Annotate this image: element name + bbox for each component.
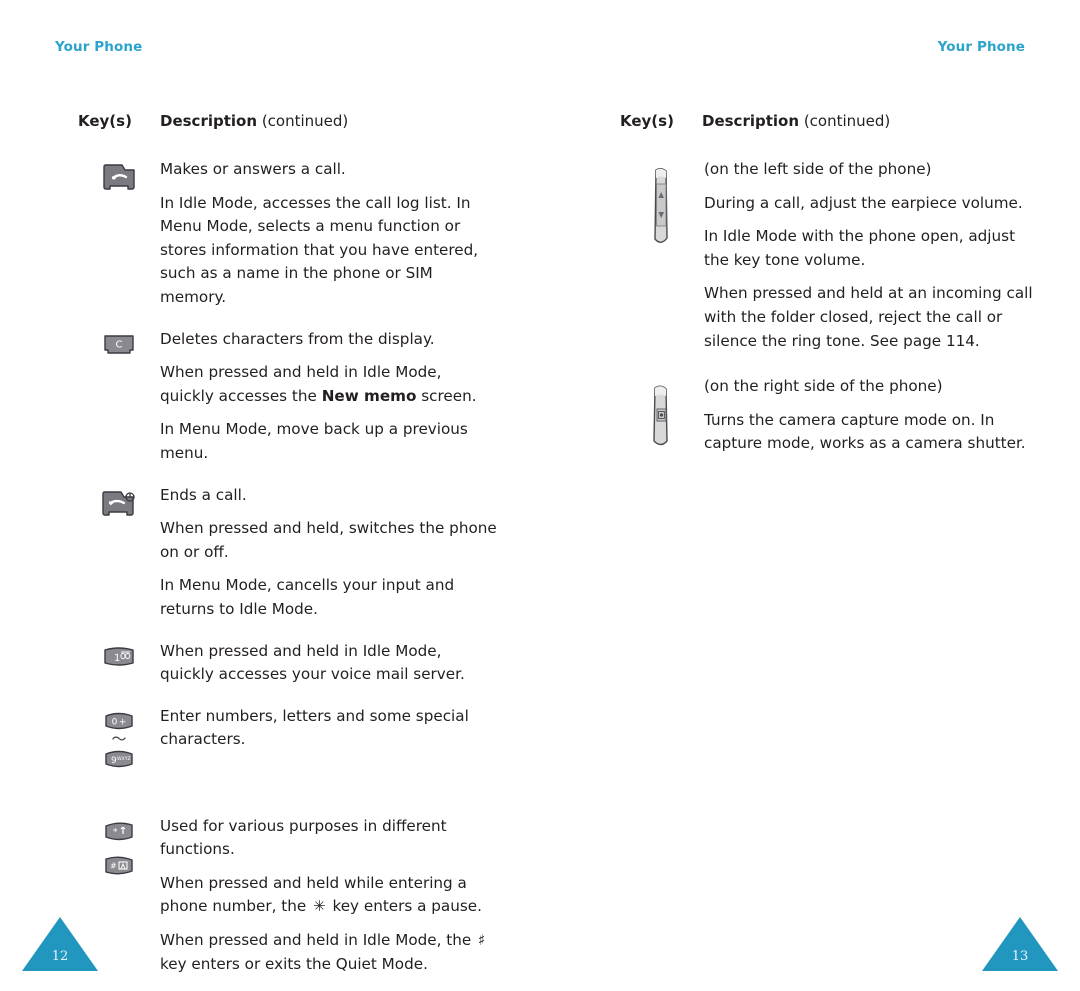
end-power-key-icon (102, 490, 135, 516)
paragraph: In Idle Mode, accesses the call log list… (160, 193, 479, 306)
one-key-label: 1 (114, 653, 120, 664)
column-header-description-right: Description (continued) (702, 112, 890, 130)
paragraph: Turns the camera capture mode on. In cap… (704, 410, 1026, 453)
paragraph: Deletes characters from the display. (160, 329, 435, 348)
table-row: * # Used for various purposes in differe… (78, 815, 498, 977)
key-cell: 1 (78, 640, 160, 671)
description-cell: (on the left side of the phone) During a… (702, 158, 1040, 353)
star-key-icon: * (105, 822, 133, 840)
hash-key-icon: # (105, 856, 133, 875)
hash-symbol-inline: ♯ (478, 931, 486, 950)
paragraph: Ends a call. (160, 485, 247, 504)
paragraph: When pressed and held while entering a p… (160, 873, 482, 916)
paragraph: When pressed and held, switches the phon… (160, 519, 497, 561)
new-memo-term: New memo (321, 386, 417, 405)
table-row: 1 When pressed and held in Idle Mode, qu… (78, 640, 498, 687)
key-cell (620, 158, 702, 250)
paragraph: Enter numbers, letters and some special … (160, 706, 469, 749)
paragraph: When pressed and held in Idle Mode, quic… (160, 641, 465, 684)
description-cell: Used for various purposes in different f… (160, 815, 498, 977)
description-cell: Deletes characters from the display. Whe… (160, 328, 498, 466)
star-key-label: * (113, 827, 118, 837)
description-cell: Enter numbers, letters and some special … (160, 705, 498, 752)
description-cell: (on the right side of the phone) Turns t… (702, 375, 1040, 456)
column-header-continued-right: (continued) (803, 112, 891, 130)
description-cell: Makes or answers a call. In Idle Mode, a… (160, 158, 498, 310)
key-cell: * # (78, 815, 160, 878)
table-header-left: Key(s) Description (continued) (78, 112, 498, 130)
page-number-label-left: 12 (51, 949, 69, 964)
hash-key-label: # (110, 861, 117, 870)
column-header-keys-right: Key(s) (620, 112, 674, 130)
paragraph: In Menu Mode, move back up a previous me… (160, 420, 468, 462)
paragraph: (on the right side of the phone) (704, 377, 943, 396)
paragraph: When pressed and held in Idle Mode, quic… (160, 363, 477, 405)
nine-key-letters: WXYZ (117, 756, 131, 762)
paragraph: During a call, adjust the earpiece volum… (704, 193, 1023, 212)
key-cell (620, 375, 702, 451)
table-row: (on the left side of the phone) During a… (620, 158, 1040, 353)
column-header-description-left: Description (continued) (160, 112, 348, 130)
spread-columns: Key(s) Description (continued) Makes or … (0, 0, 1080, 991)
zero-plus-key-label: 0 + (112, 717, 127, 727)
manual-page-spread: Your Phone Your Phone Key(s) Description… (0, 0, 1080, 991)
table-row: Ends a call. When pressed and held, swit… (78, 484, 498, 622)
paragraph: When pressed and held in Idle Mode, the … (160, 931, 486, 973)
key-cell (78, 158, 160, 193)
table-row: C Deletes characters from the display. W… (78, 328, 498, 466)
key-cell: 0 + ～ 9 WXYZ (78, 705, 160, 771)
paragraph: When pressed and held at an incoming cal… (704, 284, 1033, 350)
column-header-description-bold-right: Description (702, 112, 800, 130)
send-key-icon (103, 164, 135, 190)
paragraph: In Menu Mode, cancells your input and re… (160, 576, 455, 618)
table-row: 0 + ～ 9 WXYZ Enter numbers, letters and s… (78, 705, 498, 771)
clear-key-label: C (116, 339, 123, 350)
table-header-right: Key(s) Description (continued) (620, 112, 1040, 130)
volume-side-key-icon (654, 168, 668, 243)
page-number-right: 13 (982, 917, 1058, 971)
star-symbol-inline: ✳ (313, 897, 326, 916)
nine-wxyz-key-icon: 9 WXYZ (105, 750, 133, 767)
column-header-description-bold-left: Description (160, 112, 258, 130)
paragraph: Makes or answers a call. (160, 160, 346, 178)
tilde-separator: ～ (111, 729, 127, 748)
paragraph: (on the left side of the phone) (704, 160, 932, 178)
column-header-keys-left: Key(s) (78, 112, 132, 130)
paragraph: Used for various purposes in different f… (160, 816, 447, 859)
left-page: Key(s) Description (continued) Makes or … (0, 0, 540, 991)
description-cell: When pressed and held in Idle Mode, quic… (160, 640, 498, 687)
column-header-continued-left: (continued) (261, 112, 349, 130)
camera-side-key-icon (653, 385, 668, 446)
page-number-left: 12 (22, 917, 98, 971)
page-number-label-right: 13 (1011, 949, 1029, 964)
right-page: Key(s) Description (continued) (on the l… (540, 0, 1080, 991)
table-row: Makes or answers a call. In Idle Mode, a… (78, 158, 498, 310)
paragraph: In Idle Mode with the phone open, adjust… (704, 227, 1016, 269)
key-cell (78, 484, 160, 519)
one-voicemail-key-icon: 1 (104, 646, 134, 666)
clear-key-icon: C (104, 334, 134, 354)
table-row: (on the right side of the phone) Turns t… (620, 375, 1040, 456)
key-cell: C (78, 328, 160, 358)
description-cell: Ends a call. When pressed and held, swit… (160, 484, 498, 622)
